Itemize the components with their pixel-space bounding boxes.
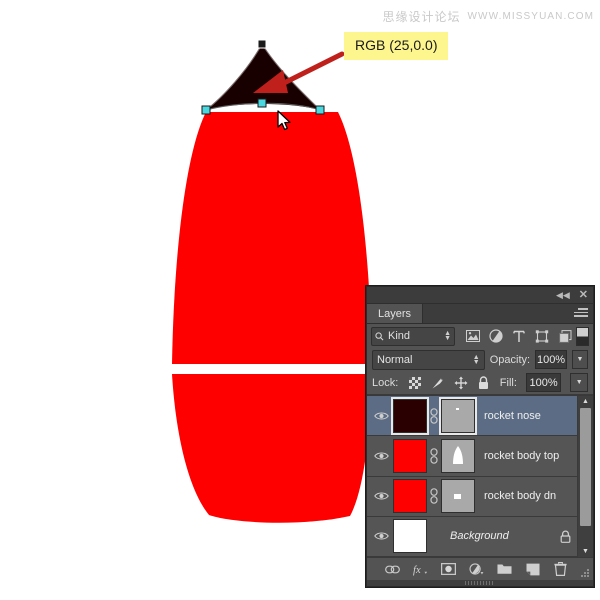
- tab-filler: [423, 304, 593, 323]
- filter-kind-select[interactable]: Kind ▲ ▼: [371, 326, 455, 346]
- blend-mode-row: Normal ▲ ▼ Opacity: 100% ▼: [367, 348, 593, 371]
- fill-dropdown-icon[interactable]: ▼: [570, 373, 589, 392]
- shape-filter-icon[interactable]: [535, 329, 549, 343]
- lock-image-icon[interactable]: [431, 376, 445, 390]
- panel-resize-grip[interactable]: [581, 569, 590, 578]
- tab-layers-label: Layers: [378, 307, 412, 320]
- new-group-icon[interactable]: [497, 562, 512, 577]
- filter-icon-group: [466, 329, 572, 343]
- lock-all-icon[interactable]: [477, 375, 491, 390]
- lock-label: Lock:: [372, 376, 399, 389]
- panel-menu-icon[interactable]: [574, 308, 588, 319]
- layer-thumbnail[interactable]: [393, 438, 427, 473]
- lock-transparency-icon[interactable]: [408, 376, 422, 390]
- scroll-up-icon[interactable]: ▲: [578, 396, 593, 407]
- search-icon: [375, 331, 384, 340]
- mask-link-icon[interactable]: [427, 407, 441, 424]
- blend-mode-select[interactable]: Normal ▲ ▼: [372, 349, 485, 370]
- layer-row-rocket-nose[interactable]: rocket nose: [367, 396, 593, 437]
- panel-tab-strip: Layers: [367, 304, 593, 324]
- opacity-value[interactable]: 100%: [535, 350, 567, 369]
- scrollbar-track[interactable]: [578, 407, 593, 546]
- layers-panel: ◀◀ ✕ Layers Kind ▲ ▼ Normal ▲ ▼ Opacity:…: [366, 286, 594, 587]
- mask-link-icon[interactable]: [427, 448, 441, 464]
- mask-link-icon[interactable]: [427, 488, 441, 504]
- lock-position-icon[interactable]: [454, 376, 468, 390]
- anchor-point-mid: [257, 98, 267, 108]
- lock-row: Lock: Fill: 100% ▼: [367, 371, 593, 395]
- link-layers-icon[interactable]: [385, 562, 400, 577]
- new-layer-icon[interactable]: [525, 562, 540, 577]
- layer-style-fx-icon[interactable]: fx: [413, 562, 428, 577]
- filter-kind-label: Kind: [388, 330, 411, 342]
- layers-scrollbar[interactable]: ▲ ▼: [577, 396, 593, 557]
- opacity-label: Opacity:: [489, 353, 531, 366]
- layer-row-rocket-body-dn[interactable]: rocket body dn: [367, 476, 593, 517]
- pixel-filter-icon[interactable]: [466, 329, 480, 343]
- layer-name[interactable]: rocket nose: [484, 410, 541, 422]
- fill-label: Fill:: [499, 376, 517, 389]
- adjustment-filter-icon[interactable]: [489, 329, 503, 343]
- add-mask-icon[interactable]: [441, 562, 456, 577]
- filter-toggle-icon[interactable]: [576, 326, 589, 346]
- adjustment-layer-icon[interactable]: [469, 562, 484, 577]
- fill-value[interactable]: 100%: [525, 373, 562, 392]
- layers-panel-footer: fx: [367, 557, 593, 580]
- chevron-updown-icon: ▲ ▼: [444, 330, 451, 342]
- layer-name[interactable]: Background: [450, 530, 509, 542]
- svg-text:fx: fx: [413, 565, 421, 576]
- smartobject-filter-icon[interactable]: [558, 329, 572, 343]
- layer-mask-thumbnail[interactable]: [439, 396, 477, 435]
- layer-name[interactable]: rocket body dn: [484, 490, 556, 502]
- layer-mask-thumbnail[interactable]: [441, 479, 475, 514]
- callout-arrow-line: [277, 51, 345, 88]
- layer-visibility-icon[interactable]: [369, 451, 393, 461]
- panel-titlebar: ◀◀ ✕: [367, 287, 593, 304]
- delete-layer-icon[interactable]: [553, 562, 568, 577]
- scrollbar-thumb[interactable]: [580, 408, 591, 526]
- blend-mode-value: Normal: [377, 353, 413, 366]
- layer-visibility-icon[interactable]: [369, 531, 393, 541]
- layer-row-rocket-body-top[interactable]: rocket body top: [367, 436, 593, 477]
- tab-layers[interactable]: Layers: [367, 304, 424, 323]
- rocket-body-dn-shape: [172, 374, 372, 523]
- layer-row-background[interactable]: Background: [367, 516, 593, 557]
- type-filter-icon[interactable]: [512, 329, 526, 343]
- anchor-point-right: [315, 105, 325, 115]
- scroll-down-icon[interactable]: ▼: [578, 546, 593, 557]
- layer-name[interactable]: rocket body top: [484, 450, 559, 462]
- layers-list: rocket nose rocket body top rocket body …: [367, 395, 593, 557]
- mouse-cursor: [277, 110, 291, 131]
- layer-visibility-icon[interactable]: [369, 411, 393, 421]
- anchor-point-apex: [257, 39, 267, 49]
- rocket-body-top-shape: [172, 112, 372, 364]
- layer-filter-row: Kind ▲ ▼: [367, 324, 593, 348]
- layer-thumbnail[interactable]: [393, 479, 427, 514]
- screenshot-root: 思缘设计论坛 WWW.MISSYUAN.COM RGB (25,0.0) ◀◀ …: [0, 0, 600, 600]
- close-icon[interactable]: ✕: [579, 289, 588, 301]
- layer-thumbnail[interactable]: [393, 519, 427, 554]
- anchor-point-left: [201, 105, 211, 115]
- collapse-icon[interactable]: ◀◀: [556, 290, 570, 300]
- layer-mask-thumbnail[interactable]: [441, 438, 475, 473]
- callout-label: RGB (25,0.0): [344, 32, 449, 61]
- layer-visibility-icon[interactable]: [369, 491, 393, 501]
- layer-locked-icon: [560, 530, 571, 543]
- chevron-updown-icon: ▲ ▼: [472, 353, 480, 366]
- opacity-dropdown-icon[interactable]: ▼: [571, 350, 588, 369]
- layer-thumbnail[interactable]: [391, 396, 429, 435]
- panel-bottom-grip[interactable]: [367, 580, 593, 586]
